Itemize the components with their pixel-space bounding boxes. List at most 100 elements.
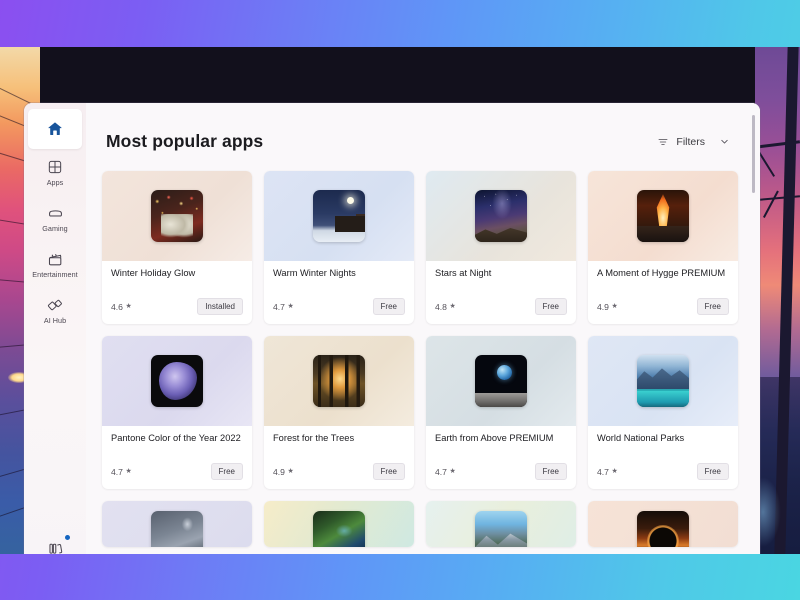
app-title: Forest for the Trees	[273, 433, 355, 443]
app-thumbnail	[313, 355, 365, 407]
app-card-hero	[426, 336, 576, 426]
app-rating: 4.7 ★	[597, 467, 618, 477]
content-scrollbar[interactable]	[751, 111, 755, 554]
app-thumbnail	[475, 355, 527, 407]
star-icon: ★	[125, 303, 132, 310]
app-thumbnail	[475, 511, 527, 547]
app-action-badge[interactable]: Free	[534, 463, 567, 480]
app-card[interactable]: Stars at Night 4.8 ★ Free	[426, 171, 576, 324]
app-action-badge[interactable]: Free	[696, 463, 729, 480]
app-card[interactable]: Warm Winter Nights 4.7 ★ Free	[264, 171, 414, 324]
app-card-body: Earth from Above PREMIUM	[426, 426, 576, 463]
app-thumbnail	[637, 190, 689, 242]
app-card[interactable]: Pantone Color of the Year 2022 4.7 ★ Free	[102, 336, 252, 489]
app-action-badge[interactable]: Free	[372, 463, 405, 480]
filters-button[interactable]: Filters	[657, 136, 705, 148]
app-card[interactable]	[426, 501, 576, 547]
content-area: Most popular apps Filters Winter Holiday…	[86, 103, 760, 554]
app-rating: 4.7 ★	[273, 302, 294, 312]
app-card-hero	[102, 336, 252, 426]
app-thumbnail	[637, 355, 689, 407]
sidebar-item-label: Gaming	[42, 224, 68, 234]
app-title: Pantone Color of the Year 2022	[111, 433, 241, 443]
app-card-body: World National Parks	[588, 426, 738, 463]
app-rating: 4.6 ★	[111, 302, 132, 312]
sidebar-item-ai-hub[interactable]: AI Hub	[28, 289, 82, 333]
app-card-footer: 4.7 ★ Free	[102, 463, 252, 489]
rating-value: 4.7	[111, 466, 123, 477]
app-card-hero	[588, 336, 738, 426]
app-action-badge[interactable]: Free	[372, 298, 405, 315]
desktop-wallpaper: Apps Gaming Entertainment AI Hub Most po…	[0, 47, 800, 554]
sidebar-item-library[interactable]: Library	[28, 532, 82, 554]
app-card-body: A Moment of Hygge PREMIUM	[588, 261, 738, 298]
sidebar-item-entertainment[interactable]: Entertainment	[28, 243, 82, 287]
star-icon: ★	[611, 468, 618, 475]
app-rating: 4.7 ★	[435, 467, 456, 477]
app-card-hero	[588, 171, 738, 261]
app-card[interactable]	[102, 501, 252, 547]
app-action-badge[interactable]: Installed	[197, 298, 243, 315]
app-thumbnail	[151, 355, 203, 407]
app-action-badge[interactable]: Free	[696, 298, 729, 315]
library-books-icon	[47, 540, 64, 554]
app-rating: 4.9 ★	[597, 302, 618, 312]
app-card-hero	[426, 501, 576, 547]
desktop-backdrop: Apps Gaming Entertainment AI Hub Most po…	[0, 0, 800, 600]
app-card[interactable]: World National Parks 4.7 ★ Free	[588, 336, 738, 489]
sidebar-bottom-group: Library	[24, 532, 86, 554]
app-thumbnail	[475, 190, 527, 242]
app-action-badge[interactable]: Free	[210, 463, 243, 480]
app-card[interactable]: A Moment of Hygge PREMIUM 4.9 ★ Free	[588, 171, 738, 324]
filter-lines-icon	[657, 136, 669, 148]
sidebar-item-apps[interactable]: Apps	[28, 151, 82, 195]
chevron-down-icon[interactable]	[719, 136, 730, 147]
star-icon: ★	[287, 303, 294, 310]
app-thumbnail	[313, 511, 365, 547]
app-card-footer: 4.7 ★ Free	[588, 463, 738, 489]
app-title: World National Parks	[597, 433, 685, 443]
app-card-body: Forest for the Trees	[264, 426, 414, 463]
app-thumbnail	[151, 190, 203, 242]
app-card[interactable]: Earth from Above PREMIUM 4.7 ★ Free	[426, 336, 576, 489]
sidebar-item-label: AI Hub	[43, 316, 67, 326]
store-app-window: Apps Gaming Entertainment AI Hub Most po…	[24, 103, 760, 554]
app-title: Winter Holiday Glow	[111, 268, 196, 278]
app-card-hero	[102, 171, 252, 261]
rating-value: 4.8	[435, 301, 447, 312]
app-card-hero	[264, 336, 414, 426]
app-card-hero	[264, 501, 414, 547]
app-rating: 4.7 ★	[111, 467, 132, 477]
app-card[interactable]: Winter Holiday Glow 4.6 ★ Installed	[102, 171, 252, 324]
sidebar-item-label: Entertainment	[32, 270, 78, 280]
app-card-footer: 4.7 ★ Free	[264, 298, 414, 324]
app-card-hero	[588, 501, 738, 547]
rating-value: 4.9	[597, 301, 609, 312]
navigation-sidebar: Apps Gaming Entertainment AI Hub	[24, 103, 86, 554]
app-rating: 4.8 ★	[435, 302, 456, 312]
rating-value: 4.6	[111, 301, 123, 312]
app-action-badge[interactable]: Free	[534, 298, 567, 315]
app-card-footer: 4.6 ★ Installed	[102, 298, 252, 324]
apps-grid-icon	[47, 159, 63, 175]
scrollbar-thumb[interactable]	[752, 115, 755, 193]
rating-value: 4.9	[273, 466, 285, 477]
app-card-footer: 4.9 ★ Free	[264, 463, 414, 489]
home-icon	[46, 120, 64, 138]
app-card[interactable]: Forest for the Trees 4.9 ★ Free	[264, 336, 414, 489]
sidebar-item-home[interactable]	[28, 109, 82, 149]
app-card-grid: Winter Holiday Glow 4.6 ★ Installed Warm Win…	[86, 152, 760, 547]
app-card-hero	[102, 501, 252, 547]
ai-sparkle-icon	[47, 297, 64, 314]
app-rating: 4.9 ★	[273, 467, 294, 477]
app-title: A Moment of Hygge PREMIUM	[597, 268, 726, 278]
wallpaper-right-strip	[755, 47, 800, 554]
app-card-footer: 4.8 ★ Free	[426, 298, 576, 324]
app-title: Warm Winter Nights	[273, 268, 356, 278]
app-card[interactable]	[588, 501, 738, 547]
sidebar-item-gaming[interactable]: Gaming	[28, 197, 82, 241]
app-card-footer: 4.7 ★ Free	[426, 463, 576, 489]
app-thumbnail	[151, 511, 203, 547]
content-header: Most popular apps Filters	[86, 103, 760, 152]
app-card[interactable]	[264, 501, 414, 547]
